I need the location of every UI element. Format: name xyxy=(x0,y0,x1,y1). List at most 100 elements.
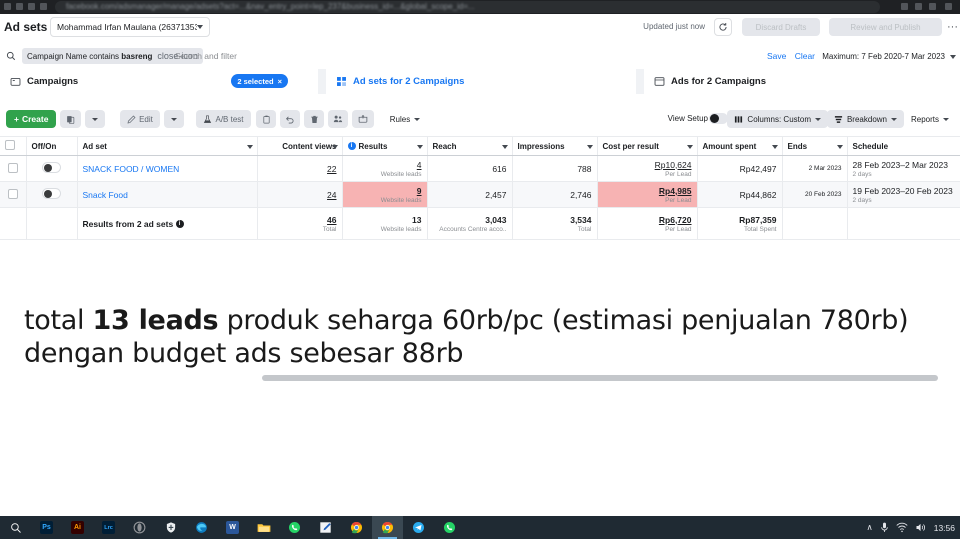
columns-button[interactable]: Columns: Custom xyxy=(727,110,828,128)
row-adset-name-cell[interactable]: SNACK FOOD / WOMEN xyxy=(77,155,258,182)
breakdown-button[interactable]: Breakdown xyxy=(826,110,904,128)
column-adset[interactable]: Ad set xyxy=(77,136,258,156)
offon-toggle[interactable] xyxy=(42,162,61,173)
date-range-picker[interactable]: Maximum: 7 Feb 2020-7 Mar 2023 xyxy=(822,48,956,65)
rules-button-label: Rules xyxy=(389,114,411,124)
taskbar-illustrator[interactable]: Ai xyxy=(62,516,93,539)
tab-ads[interactable]: Ads for 2 Campaigns xyxy=(644,69,960,94)
taskbar-file-explorer[interactable] xyxy=(248,516,279,539)
info-icon[interactable]: i xyxy=(175,220,184,229)
column-results[interactable]: i Results xyxy=(342,136,428,156)
taskbar-antivirus[interactable] xyxy=(155,516,186,539)
offon-toggle[interactable] xyxy=(42,188,61,199)
column-select-all[interactable] xyxy=(0,136,27,156)
selected-badge[interactable]: 2 selected × xyxy=(231,74,288,88)
create-button[interactable]: + Create xyxy=(6,110,57,128)
duplicate-dropdown[interactable] xyxy=(85,110,105,128)
taskbar-whatsapp[interactable] xyxy=(279,516,310,539)
ab-test-button[interactable]: A/B test xyxy=(196,110,251,128)
more-options-icon[interactable]: ··· xyxy=(947,22,958,33)
row-toggle-cell[interactable] xyxy=(26,181,78,208)
taskbar-notepad[interactable] xyxy=(310,516,341,539)
view-setup-toggle[interactable] xyxy=(709,113,728,124)
taskbar-whatsapp-2[interactable] xyxy=(434,516,465,539)
taskbar-chrome[interactable] xyxy=(341,516,372,539)
taskbar-photoshop[interactable]: Ps xyxy=(31,516,62,539)
browser-bookmark-icon[interactable] xyxy=(915,3,922,10)
refresh-button[interactable] xyxy=(714,18,732,36)
taskbar-lightroom[interactable]: Lrc xyxy=(93,516,124,539)
horizontal-scrollbar[interactable] xyxy=(262,375,938,381)
taskbar-search-button[interactable] xyxy=(0,516,31,539)
select-all-checkbox[interactable] xyxy=(5,140,15,150)
browser-back-icon[interactable] xyxy=(4,3,11,10)
adset-name-link[interactable]: Snack Food xyxy=(83,190,128,200)
browser-extensions-icon[interactable] xyxy=(901,3,908,10)
breakdown-button-label: Breakdown xyxy=(846,114,887,124)
telegram-icon xyxy=(412,521,425,534)
edit-button[interactable]: Edit xyxy=(120,110,160,128)
row-adset-name-cell[interactable]: Snack Food xyxy=(77,181,258,208)
audience-button[interactable] xyxy=(328,110,348,128)
row-checkbox-cell[interactable] xyxy=(0,155,27,182)
row-checkbox[interactable] xyxy=(7,188,18,199)
browser-menu-icon[interactable] xyxy=(945,3,952,10)
edit-dropdown[interactable] xyxy=(164,110,184,128)
row-reach: 616 xyxy=(427,155,513,182)
row-checkbox-cell[interactable] xyxy=(0,181,27,208)
column-schedule[interactable]: Schedule xyxy=(847,136,960,156)
account-selector[interactable]: Mohammad Irfan Maulana (26371353.. xyxy=(50,17,210,37)
duplicate-button[interactable] xyxy=(60,110,81,128)
column-reach[interactable]: Reach xyxy=(427,136,513,156)
column-ends[interactable]: Ends xyxy=(782,136,848,156)
total-label-cell: Results from 2 ad sets i xyxy=(77,207,258,240)
column-content-views[interactable]: Content views xyxy=(257,136,343,156)
taskbar-opera-gx[interactable] xyxy=(124,516,155,539)
chevron-down-icon xyxy=(836,145,843,149)
save-filter-link[interactable]: Save xyxy=(767,51,786,61)
tab-adsets-label: Ad sets for 2 Campaigns xyxy=(353,76,465,87)
discard-drafts-button[interactable]: Discard Drafts xyxy=(742,18,820,36)
search-input[interactable]: Search and filter xyxy=(175,51,237,61)
reports-button[interactable]: Reports xyxy=(904,110,956,128)
microphone-icon[interactable] xyxy=(880,521,889,534)
tray-chevron-up-icon[interactable]: ∧ xyxy=(866,522,872,533)
browser-forward-icon[interactable] xyxy=(16,3,23,10)
undo-button[interactable] xyxy=(280,110,300,128)
browser-home-icon[interactable] xyxy=(40,3,47,10)
info-icon[interactable]: i xyxy=(347,142,356,151)
browser-profile-icon[interactable] xyxy=(929,3,936,10)
volume-icon[interactable] xyxy=(915,522,927,533)
taskbar-chrome-active[interactable] xyxy=(372,516,403,539)
rules-button[interactable]: Rules xyxy=(386,110,424,128)
browser-reload-icon[interactable] xyxy=(28,3,35,10)
taskbar-word[interactable]: W xyxy=(217,516,248,539)
total-spacer xyxy=(0,207,27,240)
caption-part1: total xyxy=(24,305,93,336)
tray-clock[interactable]: 13:56 xyxy=(934,523,955,533)
column-cost-per-result[interactable]: Cost per result xyxy=(597,136,698,156)
column-amount-spent[interactable]: Amount spent xyxy=(697,136,783,156)
clear-filter-link[interactable]: Clear xyxy=(795,51,815,61)
taskbar-telegram[interactable] xyxy=(403,516,434,539)
word-icon: W xyxy=(226,521,239,534)
tab-campaigns[interactable]: Campaigns 2 selected × xyxy=(0,69,318,94)
close-icon[interactable]: × xyxy=(278,77,282,86)
table-row[interactable]: Snack Food 24 9 Website leads 2,457 2,74… xyxy=(0,181,960,208)
column-impressions[interactable]: Impressions xyxy=(512,136,598,156)
export-button[interactable] xyxy=(352,110,374,128)
wifi-icon[interactable] xyxy=(896,522,908,533)
people-icon xyxy=(333,115,343,123)
page-title: Ad sets xyxy=(4,20,48,34)
tab-adsets[interactable]: Ad sets for 2 Campaigns xyxy=(326,69,636,94)
copy-button[interactable] xyxy=(256,110,276,128)
delete-button[interactable] xyxy=(304,110,324,128)
row-checkbox[interactable] xyxy=(7,162,18,173)
review-publish-button[interactable]: Review and Publish xyxy=(829,18,942,36)
table-row[interactable]: SNACK FOOD / WOMEN 22 4 Website leads 61… xyxy=(0,155,960,182)
adset-name-link[interactable]: SNACK FOOD / WOMEN xyxy=(83,164,180,174)
row-toggle-cell[interactable] xyxy=(26,155,78,182)
action-toolbar: + Create Edit A/B test Rules View Setup … xyxy=(0,107,960,135)
taskbar-edge[interactable] xyxy=(186,516,217,539)
page-topbar: Ad sets Mohammad Irfan Maulana (26371353… xyxy=(0,14,960,44)
